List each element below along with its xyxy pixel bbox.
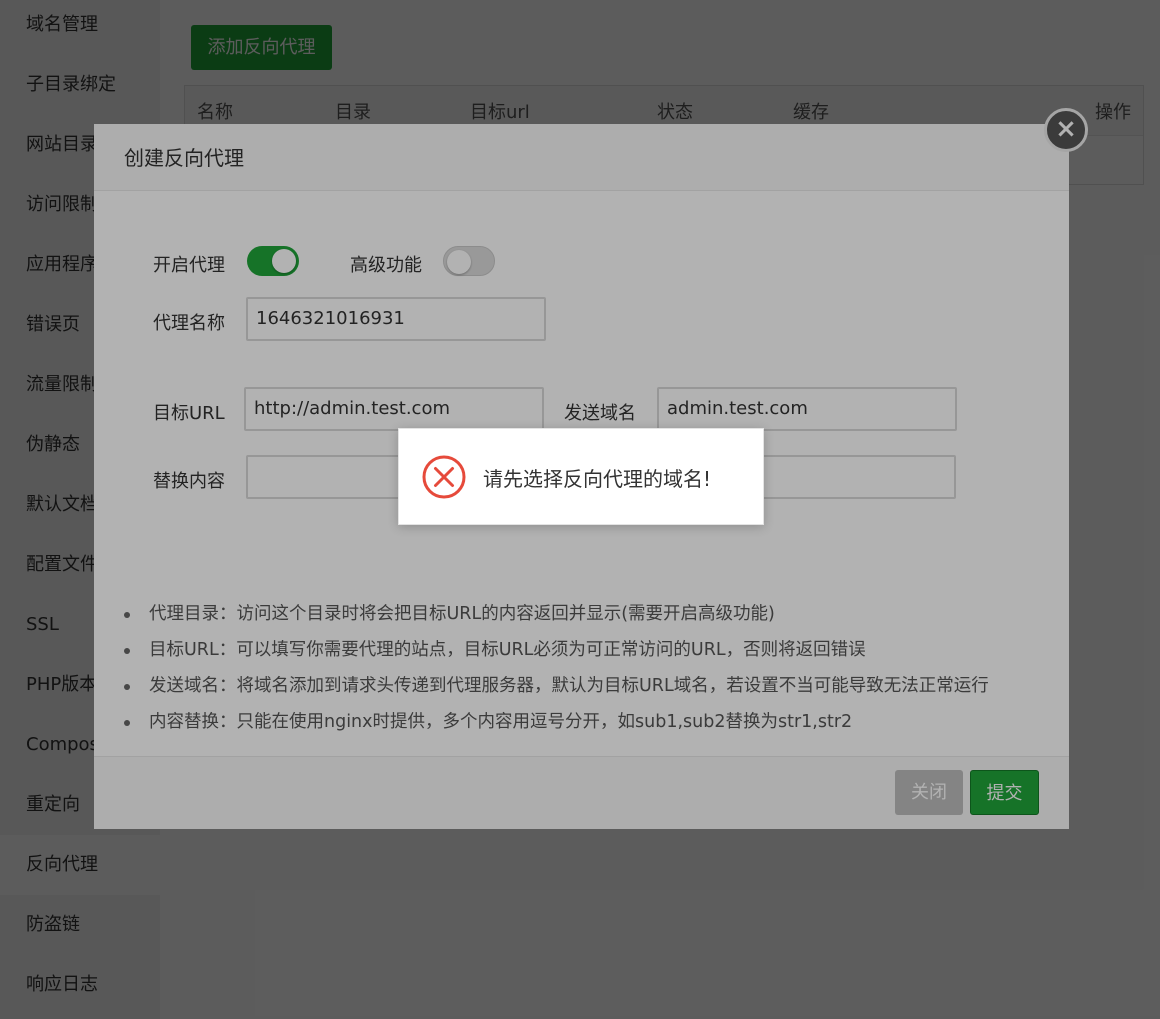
error-alert: 请先选择反向代理的域名! (398, 428, 764, 525)
error-icon (422, 455, 466, 499)
alert-message: 请先选择反向代理的域名! (483, 467, 712, 491)
